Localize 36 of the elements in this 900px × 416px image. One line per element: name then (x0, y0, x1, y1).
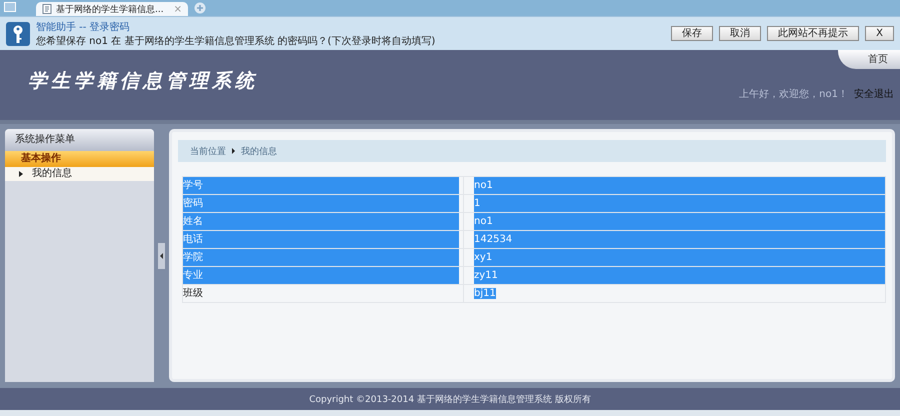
sidebar-title: 系统操作菜单 (5, 129, 154, 151)
field-label: 班级 (183, 286, 204, 301)
greeting-text: 上午好，欢迎您，no1！ (739, 88, 848, 101)
copyright-text: Copyright ©2013-2014 基于网络的学生学籍信息管理系统 版权所有 (309, 394, 591, 406)
field-value: 142534 (474, 231, 885, 248)
prompt-button[interactable]: 保存 (671, 26, 714, 41)
menu-group[interactable]: 基本操作 (5, 151, 154, 167)
field-value: no1 (474, 213, 885, 230)
home-tab[interactable]: 首页 (838, 50, 900, 69)
field-label: 专业 (183, 267, 459, 284)
field-label: 姓名 (183, 213, 459, 230)
field-label: 电话 (183, 231, 459, 248)
tab-title: 基于网络的学生学籍信息... (56, 4, 165, 16)
field-value: 1 (474, 195, 885, 212)
field-value: zy11 (474, 267, 885, 284)
field-value: bj11 (474, 287, 497, 301)
field-label: 学院 (183, 249, 459, 266)
prompt-button[interactable]: 取消 (719, 26, 762, 41)
field-value: no1 (474, 177, 885, 194)
collapse-handle[interactable] (158, 242, 165, 268)
notification-title: 智能助手 -- 登录密码 (36, 20, 131, 34)
breadcrumb-item[interactable]: 我的信息 (241, 144, 277, 158)
browser-tab[interactable]: 基于网络的学生学籍信息... × (36, 2, 188, 16)
page-icon (42, 4, 52, 14)
field-label: 密码 (183, 195, 459, 212)
notification-message: 您希望保存 no1 在 基于网络的学生学籍信息管理系统 的密码吗？(下次登录时将自动填写) (36, 34, 436, 48)
new-tab-icon[interactable] (194, 2, 206, 14)
breadcrumb-item[interactable]: 当前位置 (190, 144, 226, 158)
menu-item[interactable]: 我的信息 (5, 167, 154, 181)
close-button[interactable]: X (865, 26, 894, 41)
window-icon[interactable] (4, 2, 16, 12)
field-value: xy1 (474, 249, 885, 266)
key-icon (6, 22, 30, 46)
field-label: 学号 (183, 177, 459, 194)
system-logo: 学生学籍信息管理系统 (27, 69, 258, 94)
prompt-button[interactable]: 此网站不再提示 (767, 26, 860, 41)
